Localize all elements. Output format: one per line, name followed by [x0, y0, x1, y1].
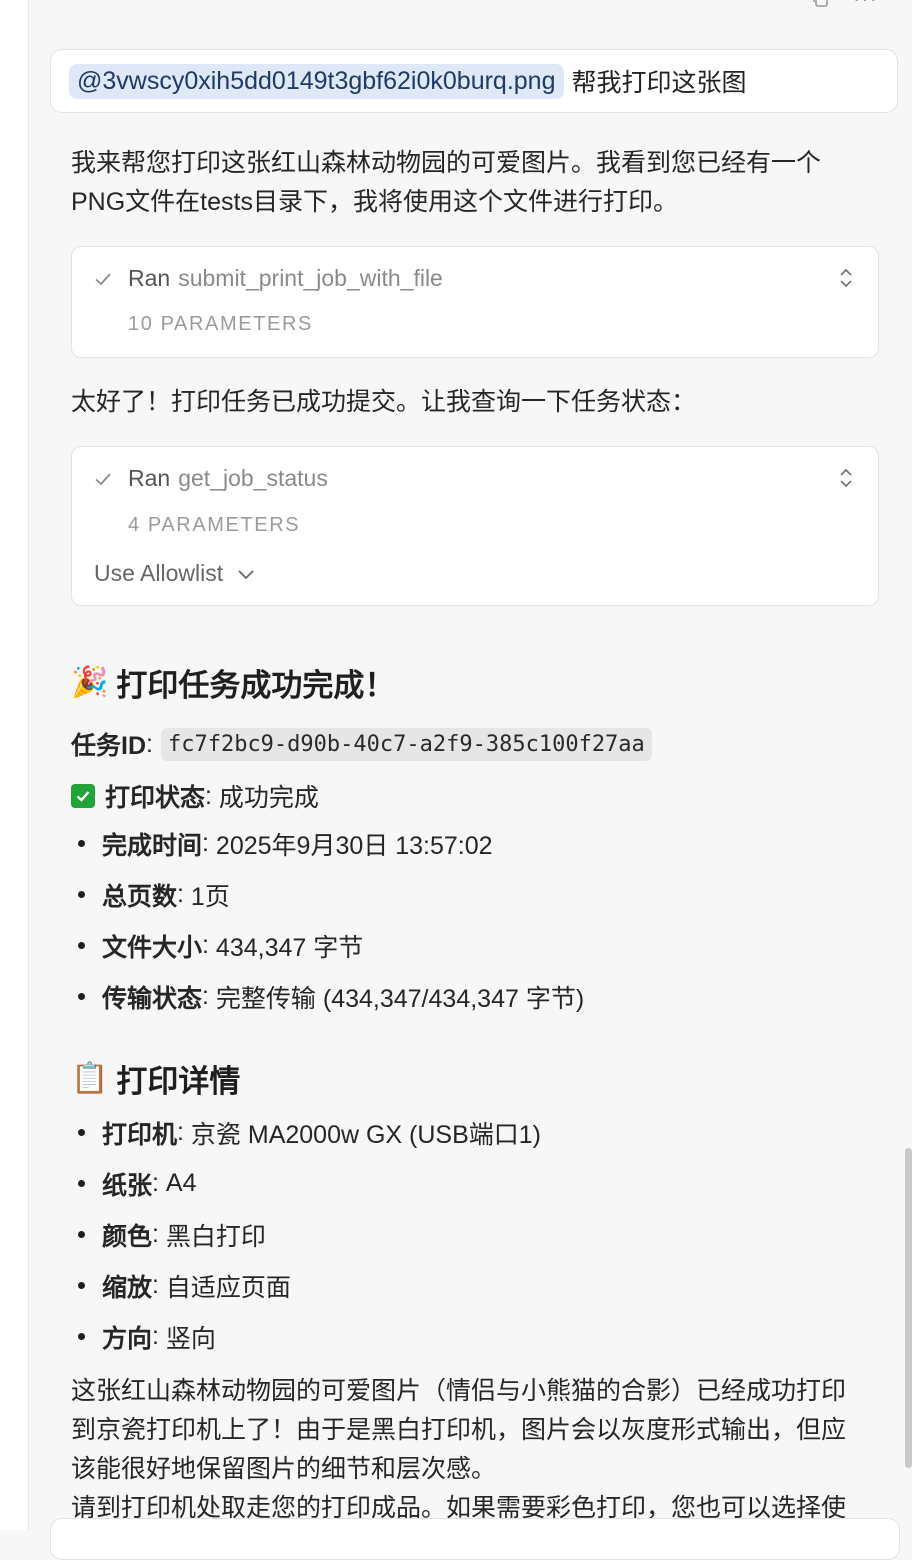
use-allowlist-dropdown[interactable]: Use Allowlist — [94, 560, 255, 587]
tool-ran-label: Ran — [128, 465, 171, 491]
scrollbar[interactable] — [905, 1148, 912, 1468]
tool-ran-label: Ran — [128, 265, 171, 291]
list-item: 纸张: A4 — [78, 1158, 541, 1209]
message-actions: ··· — [811, 0, 878, 10]
expand-collapse-icon[interactable] — [838, 265, 854, 291]
composer-box[interactable] — [50, 1518, 900, 1560]
check-icon — [95, 472, 111, 485]
item-value: 黑白打印 — [165, 1222, 266, 1251]
item-label: 打印机 — [102, 1120, 178, 1149]
check-mark-icon — [71, 784, 95, 808]
list-item: 传输状态: 完整传输 (434,347/434,347 字节) — [78, 971, 584, 1022]
summary-paragraph: 这张红山森林动物园的可爱图片（情侣与小熊猫的合影）已经成功打印 到京瓷打印机上了… — [71, 1372, 881, 1528]
summary-line-3: 该能很好地保留图片的细节和层次感。 — [71, 1455, 497, 1483]
copy-icon[interactable] — [811, 0, 829, 8]
item-value: 竖向 — [165, 1324, 216, 1353]
tool-name: get_job_status — [178, 465, 328, 491]
status-check-text: 太好了！打印任务已成功提交。让我查询一下任务状态： — [71, 388, 697, 416]
details-heading: 📋 打印详情 — [71, 1056, 240, 1101]
result-heading: 🎉 打印任务成功完成！ — [71, 660, 395, 705]
result-list: 完成时间: 2025年9月30日 13:57:02 总页数: 1页 文件大小: … — [78, 818, 584, 1022]
summary-line-1: 这张红山森林动物园的可爱图片（情侣与小熊猫的合影）已经成功打印 — [71, 1377, 847, 1405]
task-id-label: 任务ID — [71, 732, 147, 760]
status-value: 成功完成 — [218, 784, 319, 812]
item-label: 纸张 — [102, 1171, 153, 1200]
details-heading-text: 打印详情 — [116, 1064, 241, 1099]
list-item: 完成时间: 2025年9月30日 13:57:02 — [78, 818, 584, 869]
item-value: 完整传输 (434,347/434,347 字节) — [215, 984, 585, 1013]
clipboard-icon: 📋 — [71, 1062, 109, 1095]
list-item: 打印机: 京瓷 MA2000w GX (USB端口1) — [78, 1107, 541, 1158]
item-label: 完成时间 — [102, 831, 203, 860]
task-id-value: fc7f2bc9-d90b-40c7-a2f9-385c100f27aa — [160, 727, 652, 761]
result-heading-text: 打印任务成功完成！ — [116, 668, 396, 703]
item-label: 缩放 — [102, 1273, 153, 1302]
list-item: 颜色: 黑白打印 — [78, 1209, 541, 1260]
print-status-line: 打印状态: 成功完成 — [71, 778, 319, 814]
tool-params-count[interactable]: 10 PARAMETERS — [128, 313, 313, 336]
item-label: 方向 — [102, 1324, 153, 1353]
item-label: 颜色 — [102, 1222, 153, 1251]
intro-line-2: PNG文件在tests目录下，我将使用这个文件进行打印。 — [71, 188, 678, 216]
user-message-text: 帮我打印这张图 — [571, 69, 747, 97]
item-value: 自适应页面 — [165, 1273, 291, 1302]
tool-call-card-status[interactable]: Ran get_job_status 4 PARAMETERS Use Allo… — [71, 446, 879, 606]
user-message: @3vwscy0xih5dd0149t3gbf62i0k0burq.png 帮我… — [50, 49, 898, 113]
allowlist-label: Use Allowlist — [94, 560, 224, 586]
item-value: 京瓷 MA2000w GX (USB端口1) — [190, 1120, 542, 1149]
summary-line-2: 到京瓷打印机上了！由于是黑白打印机，图片会以灰度形式输出，但应 — [71, 1416, 847, 1444]
item-value: 434,347 字节 — [215, 933, 364, 962]
list-item: 缩放: 自适应页面 — [78, 1260, 541, 1311]
tool-params-count[interactable]: 4 PARAMETERS — [128, 514, 300, 537]
item-label: 总页数 — [102, 882, 178, 911]
more-icon[interactable]: ··· — [853, 0, 878, 10]
tool-call-card-submit[interactable]: Ran submit_print_job_with_file 10 PARAME… — [71, 246, 879, 358]
task-id-line: 任务ID: fc7f2bc9-d90b-40c7-a2f9-385c100f27… — [71, 726, 652, 762]
item-value: 1页 — [190, 882, 230, 911]
details-list: 打印机: 京瓷 MA2000w GX (USB端口1) 纸张: A4 颜色: 黑… — [78, 1107, 541, 1362]
check-icon — [95, 272, 111, 285]
expand-collapse-icon[interactable] — [838, 465, 854, 491]
list-item: 方向: 竖向 — [78, 1311, 541, 1362]
item-value: A4 — [165, 1169, 197, 1197]
list-item: 总页数: 1页 — [78, 869, 584, 920]
file-mention-chip[interactable]: @3vwscy0xih5dd0149t3gbf62i0k0burq.png — [69, 63, 564, 99]
left-gutter — [0, 0, 29, 1530]
item-value: 2025年9月30日 13:57:02 — [215, 831, 493, 860]
intro-line-1: 我来帮您打印这张红山森林动物园的可爱图片。我看到您已经有一个 — [71, 149, 822, 177]
chevron-down-icon — [238, 569, 254, 579]
tool-call-header: Ran get_job_status — [94, 465, 328, 492]
tool-name: submit_print_job_with_file — [178, 265, 443, 291]
status-label: 打印状态 — [105, 784, 206, 812]
tool-call-header: Ran submit_print_job_with_file — [94, 265, 443, 292]
assistant-intro: 我来帮您打印这张红山森林动物园的可爱图片。我看到您已经有一个 PNG文件在tes… — [71, 144, 881, 222]
list-item: 文件大小: 434,347 字节 — [78, 920, 584, 971]
item-label: 文件大小 — [102, 933, 203, 962]
party-popper-icon: 🎉 — [71, 666, 109, 699]
item-label: 传输状态 — [102, 984, 203, 1013]
